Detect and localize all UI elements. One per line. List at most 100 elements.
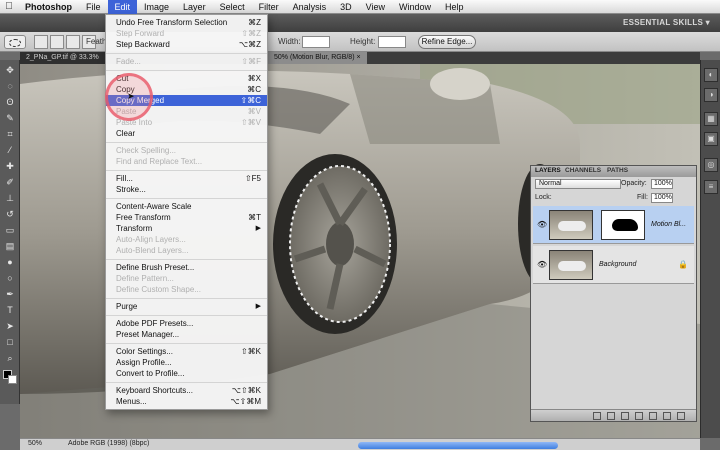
tab-paths[interactable]: PATHS xyxy=(607,167,628,174)
menu-select[interactable]: Select xyxy=(213,0,252,14)
new-selection-button[interactable] xyxy=(34,35,48,49)
marquee-tool-icon[interactable]: ◌ xyxy=(3,80,17,92)
color-swatches[interactable] xyxy=(3,370,17,384)
tools-panel: ✥ ◌ ʘ ✎ ⌗ ⁄ ✚ ✐ ⊥ ↺ ▭ ▤ ● ○ ✒ T ➤ □ ⌕ xyxy=(0,60,20,404)
workspace-switcher[interactable]: ESSENTIAL SKILLS ▾ xyxy=(623,18,710,27)
tab-channels[interactable]: CHANNELS xyxy=(565,167,601,174)
subtract-from-selection-button[interactable] xyxy=(66,35,80,49)
menu-item-auto-blend-layers[interactable]: Auto-Blend Layers... xyxy=(106,245,267,256)
blur-tool-icon[interactable]: ● xyxy=(3,256,17,268)
menu-item-check-spelling[interactable]: Check Spelling... xyxy=(106,145,267,156)
height-field[interactable] xyxy=(378,36,406,48)
add-mask-icon[interactable] xyxy=(621,412,629,420)
menu-item-convert-to-profile[interactable]: Convert to Profile... xyxy=(106,368,267,379)
menu-image[interactable]: Image xyxy=(137,0,176,14)
layer-mask-thumbnail[interactable] xyxy=(601,210,645,240)
width-field[interactable] xyxy=(302,36,330,48)
layer-row-background[interactable]: 👁 Background 🔒 xyxy=(533,246,694,284)
apple-menu-icon[interactable]:  xyxy=(0,1,18,12)
layers-panel: LAYERS CHANNELS PATHS Normal Opacity: 10… xyxy=(530,165,697,422)
menu-item-define-custom-shape[interactable]: Define Custom Shape... xyxy=(106,284,267,295)
healing-brush-tool-icon[interactable]: ✚ xyxy=(3,160,17,172)
new-layer-icon[interactable] xyxy=(663,412,671,420)
menu-3d[interactable]: 3D xyxy=(333,0,359,14)
layer-row-motion-blur[interactable]: 👁 Motion Bl... xyxy=(533,206,694,244)
blend-mode-select[interactable]: Normal xyxy=(535,179,621,189)
menu-item-step-backward[interactable]: Step Backward ⌥⌘Z xyxy=(106,39,267,50)
eyedropper-tool-icon[interactable]: ⁄ xyxy=(3,144,17,156)
crop-tool-icon[interactable]: ⌗ xyxy=(3,128,17,140)
adjustments-panel-icon[interactable]: ◑ xyxy=(704,88,718,102)
menu-help[interactable]: Help xyxy=(438,0,471,14)
quick-select-tool-icon[interactable]: ✎ xyxy=(3,112,17,124)
new-group-icon[interactable] xyxy=(649,412,657,420)
clone-stamp-tool-icon[interactable]: ⊥ xyxy=(3,192,17,204)
visibility-eye-icon[interactable]: 👁 xyxy=(537,260,547,270)
lasso-tool-icon[interactable]: ʘ xyxy=(3,96,17,108)
layer-thumbnail xyxy=(549,210,593,240)
delete-layer-icon[interactable] xyxy=(677,412,685,420)
menu-item-define-pattern[interactable]: Define Pattern... xyxy=(106,273,267,284)
menu-separator xyxy=(106,259,267,260)
menu-item-menus[interactable]: Menus... ⌥⇧⌘M xyxy=(106,396,267,407)
opacity-field[interactable]: 100% xyxy=(651,179,673,189)
menu-item-keyboard-shortcuts[interactable]: Keyboard Shortcuts... ⌥⇧⌘K xyxy=(106,385,267,396)
tab-layers[interactable]: LAYERS xyxy=(535,167,561,174)
adjustment-layer-icon[interactable] xyxy=(635,412,643,420)
tab-document-1[interactable]: 2_PNa_GP.tif @ 33.3% xyxy=(20,52,105,64)
masks-panel-icon[interactable]: ◎ xyxy=(704,158,718,172)
zoom-tool-icon[interactable]: ⌕ xyxy=(3,352,17,364)
menu-window[interactable]: Window xyxy=(392,0,438,14)
menu-item-free-transform[interactable]: Free Transform ⌘T xyxy=(106,212,267,223)
menu-item-purge[interactable]: Purge ▶ xyxy=(106,301,267,312)
menu-layer[interactable]: Layer xyxy=(176,0,213,14)
color-panel-icon[interactable]: ◐ xyxy=(704,68,718,82)
layers-panel-icon[interactable]: ≡ xyxy=(704,180,718,194)
menu-filter[interactable]: Filter xyxy=(252,0,286,14)
menu-item-adobe-pdf-presets[interactable]: Adobe PDF Presets... xyxy=(106,318,267,329)
menu-item-define-brush-preset[interactable]: Define Brush Preset... xyxy=(106,262,267,273)
gradient-tool-icon[interactable]: ▤ xyxy=(3,240,17,252)
tab-document-2[interactable]: 50% (Motion Blur, RGB/8) × xyxy=(268,52,367,64)
menu-item-transform[interactable]: Transform ▶ xyxy=(106,223,267,234)
menu-item-content-aware-scale[interactable]: Content-Aware Scale xyxy=(106,201,267,212)
menu-item-fill[interactable]: Fill... ⇧F5 xyxy=(106,173,267,184)
add-to-selection-button[interactable] xyxy=(50,35,64,49)
pen-tool-icon[interactable]: ✒ xyxy=(3,288,17,300)
swatches-panel-icon[interactable]: ▦ xyxy=(704,112,718,126)
eraser-tool-icon[interactable]: ▭ xyxy=(3,224,17,236)
link-layers-icon[interactable] xyxy=(593,412,601,420)
menu-photoshop[interactable]: Photoshop xyxy=(18,0,79,14)
refine-edge-button[interactable]: Refine Edge... xyxy=(418,35,476,49)
path-selection-tool-icon[interactable]: ➤ xyxy=(3,320,17,332)
menu-edit[interactable]: Edit xyxy=(107,0,138,14)
menu-item-clear[interactable]: Clear xyxy=(106,128,267,139)
dodge-tool-icon[interactable]: ○ xyxy=(3,272,17,284)
brush-tool-icon[interactable]: ✐ xyxy=(3,176,17,188)
menu-item-fade[interactable]: Fade... ⇧⌘F xyxy=(106,56,267,67)
menu-item-auto-align-layers[interactable]: Auto-Align Layers... xyxy=(106,234,267,245)
history-brush-tool-icon[interactable]: ↺ xyxy=(3,208,17,220)
styles-panel-icon[interactable]: ▣ xyxy=(704,132,718,146)
horizontal-scrollbar[interactable] xyxy=(358,442,558,449)
background-color-swatch[interactable] xyxy=(8,375,17,384)
zoom-level[interactable]: 50% xyxy=(28,440,42,447)
menu-item-undo[interactable]: Undo Free Transform Selection ⌘Z xyxy=(106,17,267,28)
menu-item-find-replace[interactable]: Find and Replace Text... xyxy=(106,156,267,167)
type-tool-icon[interactable]: T xyxy=(3,304,17,316)
menu-item-assign-profile[interactable]: Assign Profile... xyxy=(106,357,267,368)
visibility-eye-icon[interactable]: 👁 xyxy=(537,220,547,230)
shape-tool-icon[interactable]: □ xyxy=(3,336,17,348)
menu-item-step-forward[interactable]: Step Forward ⇧⌘Z xyxy=(106,28,267,39)
menu-file[interactable]: File xyxy=(79,0,108,14)
menu-view[interactable]: View xyxy=(359,0,392,14)
tool-preset-picker[interactable] xyxy=(4,35,26,49)
menu-item-stroke[interactable]: Stroke... xyxy=(106,184,267,195)
menu-item-preset-manager[interactable]: Preset Manager... xyxy=(106,329,267,340)
move-tool-icon[interactable]: ✥ xyxy=(3,64,17,76)
layer-style-icon[interactable] xyxy=(607,412,615,420)
menu-analysis[interactable]: Analysis xyxy=(286,0,334,14)
fill-field[interactable]: 100% xyxy=(651,193,673,203)
menu-separator xyxy=(106,142,267,143)
menu-item-color-settings[interactable]: Color Settings... ⇧⌘K xyxy=(106,346,267,357)
